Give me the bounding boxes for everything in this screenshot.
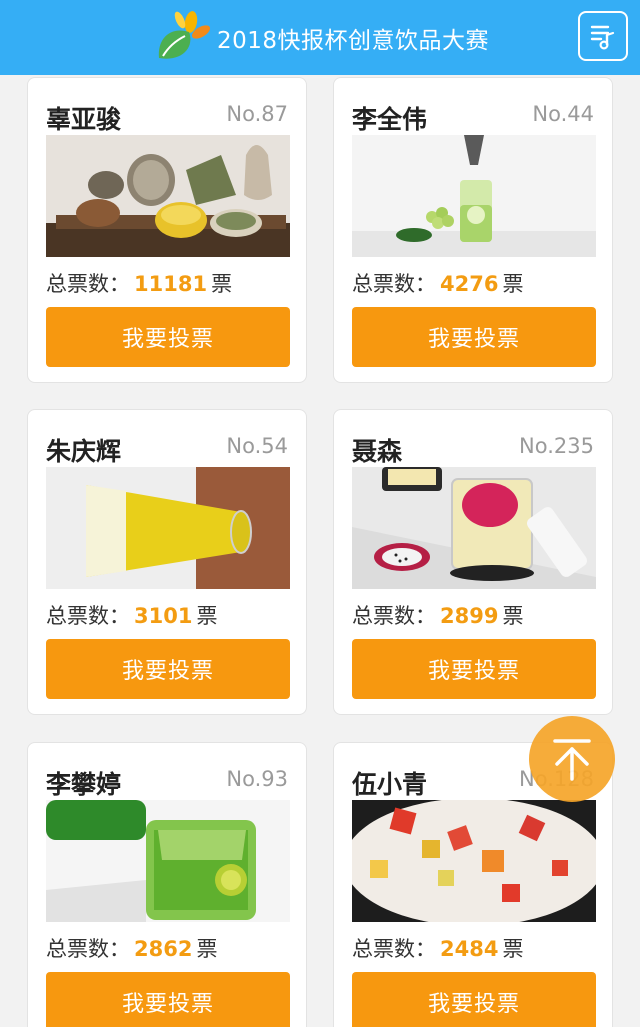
entry-name: 聂森 <box>352 437 403 466</box>
vote-total: 总票数： 4276 票 <box>352 268 523 298</box>
music-list-icon <box>590 25 615 50</box>
herbal-tea-photo[interactable] <box>46 135 290 257</box>
vote-count: 4276 <box>440 272 499 296</box>
arrow-up-to-top-icon <box>553 739 591 781</box>
app-header: 2018快报杯创意饮品大赛 <box>0 0 640 75</box>
vote-button[interactable]: 我要投票 <box>46 972 290 1027</box>
vote-unit: 票 <box>196 604 218 628</box>
vote-total-label: 总票数： <box>352 937 436 961</box>
vote-total-label: 总票数： <box>352 272 436 296</box>
entry-name: 辜亚骏 <box>46 105 122 134</box>
vote-total: 总票数： 3101 票 <box>46 600 217 630</box>
vote-count: 2862 <box>134 937 193 961</box>
vote-unit: 票 <box>211 272 233 296</box>
entry-number: No.44 <box>532 102 594 126</box>
entry-name: 朱庆辉 <box>46 437 122 466</box>
vote-count: 3101 <box>134 604 193 628</box>
vote-total: 总票数： 11181 票 <box>46 268 232 298</box>
entry-card[interactable]: 朱庆辉 No.54 总票数： 3101 票 我要投票 <box>27 409 307 715</box>
vote-count: 2899 <box>440 604 499 628</box>
entry-card[interactable]: 聂森 No.235 总票数： 2899 票 我要投票 <box>333 409 613 715</box>
yellow-juice-glass-photo[interactable] <box>46 467 290 589</box>
vote-total-label: 总票数： <box>46 604 130 628</box>
menu-button[interactable] <box>578 11 628 61</box>
green-kumquat-drink-photo[interactable] <box>46 800 290 922</box>
vote-total-label: 总票数： <box>46 272 130 296</box>
vote-button[interactable]: 我要投票 <box>352 639 596 699</box>
cucumber-grape-drink-photo[interactable] <box>352 135 596 257</box>
leaf-sun-logo <box>158 10 210 59</box>
app-title: 2018快报杯创意饮品大赛 <box>216 27 490 54</box>
vote-total: 总票数： 2862 票 <box>46 933 217 963</box>
entry-name: 伍小青 <box>352 770 428 799</box>
back-to-top-button[interactable] <box>529 716 615 802</box>
vote-count: 2484 <box>440 937 499 961</box>
vote-button[interactable]: 我要投票 <box>46 639 290 699</box>
entry-grid: 辜亚骏 No.87 总票数： 11181 票 我要投票 李全伟 No.44 总票… <box>0 75 640 1027</box>
vote-unit: 票 <box>502 604 524 628</box>
dragonfruit-drink-photo[interactable] <box>352 467 596 589</box>
entry-card[interactable]: 辜亚骏 No.87 总票数： 11181 票 我要投票 <box>27 77 307 383</box>
entry-number: No.93 <box>226 767 288 791</box>
entry-card[interactable]: 李攀婷 No.93 总票数： 2862 票 我要投票 <box>27 742 307 1027</box>
entry-number: No.87 <box>226 102 288 126</box>
vote-total: 总票数： 2484 票 <box>352 933 523 963</box>
vote-total-label: 总票数： <box>46 937 130 961</box>
vote-button[interactable]: 我要投票 <box>46 307 290 367</box>
vote-total-label: 总票数： <box>352 604 436 628</box>
fruit-milk-bowl-photo[interactable] <box>352 800 596 922</box>
vote-button[interactable]: 我要投票 <box>352 307 596 367</box>
vote-unit: 票 <box>502 937 524 961</box>
entry-name: 李全伟 <box>352 105 428 134</box>
entry-name: 李攀婷 <box>46 770 122 799</box>
entry-card[interactable]: 李全伟 No.44 总票数： 4276 票 我要投票 <box>333 77 613 383</box>
entry-number: No.235 <box>519 434 594 458</box>
vote-total: 总票数： 2899 票 <box>352 600 523 630</box>
entry-number: No.54 <box>226 434 288 458</box>
vote-unit: 票 <box>196 937 218 961</box>
vote-button[interactable]: 我要投票 <box>352 972 596 1027</box>
vote-unit: 票 <box>502 272 524 296</box>
vote-count: 11181 <box>134 272 208 296</box>
